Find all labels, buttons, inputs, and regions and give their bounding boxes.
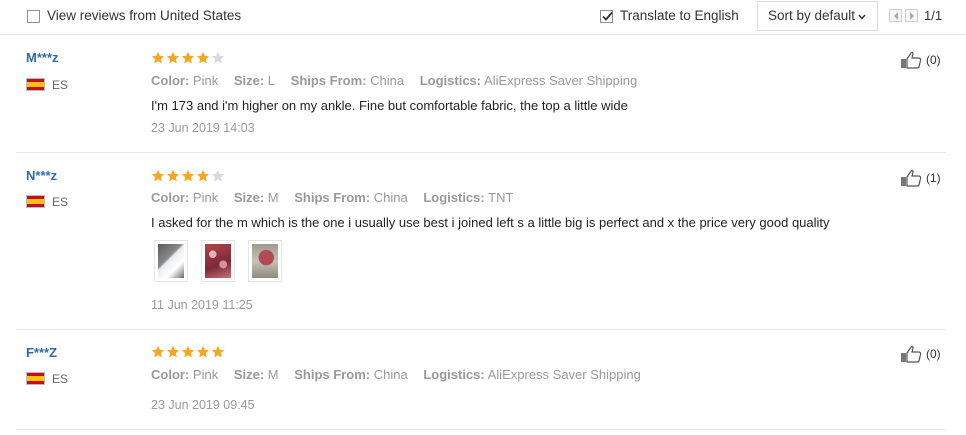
star-filled-icon	[196, 169, 210, 182]
helpful-count: (0)	[926, 347, 941, 361]
translate-checkbox[interactable]	[600, 10, 613, 23]
reviewer-name: F***Z	[26, 345, 58, 360]
reviews-toolbar: View reviews from United States Translat…	[0, 0, 966, 35]
star-filled-icon	[151, 51, 165, 64]
star-filled-icon	[196, 51, 210, 64]
color-value: Pink	[192, 367, 219, 382]
reviewer-country: ES	[52, 78, 69, 92]
thumbs-up-icon	[901, 169, 922, 187]
helpful-count: (0)	[926, 53, 941, 67]
star-rating	[151, 169, 226, 183]
size-value: L	[267, 73, 276, 88]
review-attributes: Color: Pink Size: L Ships From: China Lo…	[151, 73, 638, 88]
ships-from-value: China	[373, 367, 408, 382]
logistics-value: TNT	[488, 190, 514, 205]
reviewer-country: ES	[52, 372, 69, 386]
chevron-right-icon	[910, 12, 914, 20]
photo-image	[158, 244, 184, 278]
review-date: 11 Jun 2019 11:25	[151, 298, 253, 312]
star-filled-icon	[181, 345, 195, 358]
star-filled-icon	[166, 345, 180, 358]
size-value: M	[267, 190, 279, 205]
review-item: F***Z ES Color: Pink Size: M Ships From:…	[16, 330, 946, 430]
spain-flag-icon	[26, 195, 45, 208]
review-item: M***z ES Color: Pink Size: L Ships From:…	[16, 35, 946, 153]
chevron-left-icon	[894, 12, 898, 20]
star-filled-icon	[151, 169, 165, 182]
us-reviews-checkbox[interactable]	[27, 10, 40, 23]
review-photo-thumbnail[interactable]	[201, 240, 235, 282]
us-reviews-label[interactable]: View reviews from United States	[47, 8, 241, 24]
thumbs-up-icon	[901, 345, 922, 363]
review-text: I'm 173 and i'm higher on my ankle. Fine…	[151, 98, 628, 113]
reviewer-name: N***z	[26, 168, 58, 183]
helpful-count: (1)	[926, 171, 941, 185]
review-date: 23 Jun 2019 14:03	[151, 121, 255, 135]
star-rating	[151, 51, 226, 65]
star-rating	[151, 345, 226, 359]
next-page-button[interactable]	[905, 9, 918, 22]
review-attributes: Color: Pink Size: M Ships From: China Lo…	[151, 190, 514, 205]
color-value: Pink	[192, 190, 219, 205]
review-date: 23 Jun 2019 09:45	[151, 398, 255, 412]
review-text: I asked for the m which is the one i usu…	[151, 215, 830, 230]
photo-image	[205, 244, 231, 278]
sort-dropdown[interactable]: Sort by default	[757, 1, 878, 31]
reviewer-name: M***z	[26, 50, 59, 65]
star-filled-icon	[166, 51, 180, 64]
sort-label: Sort by default	[768, 8, 856, 23]
star-filled-icon	[196, 345, 210, 358]
review-photo-thumbnail[interactable]	[154, 240, 188, 282]
logistics-value: AliExpress Saver Shipping	[484, 73, 638, 88]
logistics-value: AliExpress Saver Shipping	[487, 367, 641, 382]
review-attributes: Color: Pink Size: M Ships From: China Lo…	[151, 367, 641, 382]
thumbs-up-icon	[901, 51, 922, 69]
ships-from-value: China	[370, 73, 405, 88]
chevron-down-icon	[858, 14, 866, 20]
size-value: M	[267, 367, 279, 382]
translate-label[interactable]: Translate to English	[620, 8, 739, 24]
spain-flag-icon	[26, 372, 45, 385]
checkmark-icon	[602, 11, 613, 21]
page-indicator: 1/1	[924, 8, 943, 23]
star-filled-icon	[166, 169, 180, 182]
star-filled-icon	[211, 345, 225, 358]
star-filled-icon	[181, 169, 195, 182]
color-value: Pink	[192, 73, 219, 88]
photo-image	[252, 244, 278, 278]
review-item: N***z ES Color: Pink Size: M Ships From:…	[16, 153, 946, 330]
star-empty-icon	[211, 51, 225, 64]
spain-flag-icon	[26, 78, 45, 91]
reviewer-country: ES	[52, 195, 69, 209]
star-filled-icon	[181, 51, 195, 64]
review-photo-thumbnail[interactable]	[248, 240, 282, 282]
prev-page-button[interactable]	[889, 9, 902, 22]
star-empty-icon	[211, 169, 225, 182]
ships-from-value: China	[373, 190, 408, 205]
star-filled-icon	[151, 345, 165, 358]
